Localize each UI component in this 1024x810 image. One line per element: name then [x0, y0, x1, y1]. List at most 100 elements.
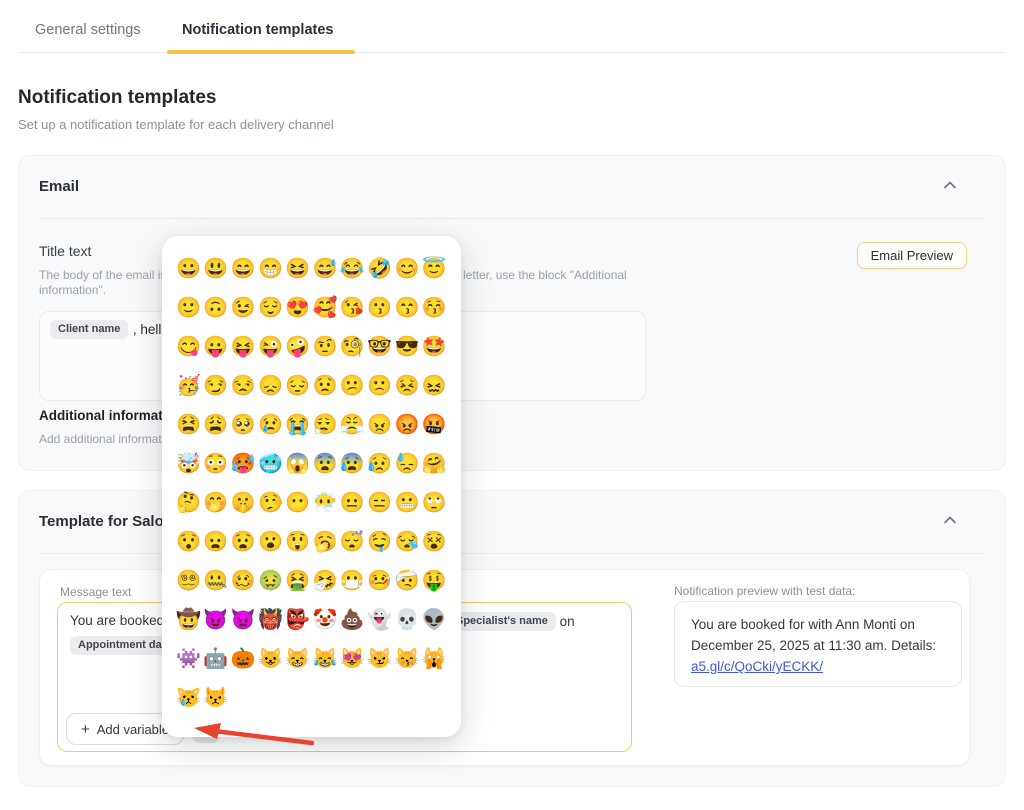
emoji-option[interactable]: 😸: [284, 639, 311, 678]
collapse-email-chevron-up-icon[interactable]: [943, 180, 957, 190]
emoji-option[interactable]: 😣: [393, 366, 420, 405]
emoji-option[interactable]: 😶: [284, 483, 311, 522]
emoji-option[interactable]: 😮: [257, 522, 284, 561]
emoji-option[interactable]: 🤗: [421, 444, 448, 483]
preview-details-link[interactable]: a5.gl/c/QoCki/yECKK/: [691, 659, 823, 674]
emoji-option[interactable]: 🤮: [284, 561, 311, 600]
emoji-option[interactable]: 😋: [175, 327, 202, 366]
emoji-option[interactable]: 😶‍🌫️: [311, 483, 338, 522]
tab-notification-templates[interactable]: Notification templates: [182, 22, 333, 38]
emoji-option[interactable]: 😙: [393, 288, 420, 327]
emoji-option[interactable]: 😞: [257, 366, 284, 405]
emoji-option[interactable]: 😷: [339, 561, 366, 600]
emoji-option[interactable]: 😽: [393, 639, 420, 678]
emoji-option[interactable]: 😔: [284, 366, 311, 405]
emoji-option[interactable]: 🧐: [339, 327, 366, 366]
emoji-option[interactable]: 😧: [230, 522, 257, 561]
emoji-option[interactable]: 🤢: [257, 561, 284, 600]
specialist-name-variable-chip[interactable]: Specialist's name: [448, 612, 556, 631]
emoji-option[interactable]: 😭: [284, 405, 311, 444]
emoji-option[interactable]: 😡: [393, 405, 420, 444]
emoji-option[interactable]: 😩: [202, 405, 229, 444]
emoji-option[interactable]: 😖: [421, 366, 448, 405]
emoji-option[interactable]: 😂: [339, 249, 366, 288]
emoji-option[interactable]: 😑: [366, 483, 393, 522]
emoji-option[interactable]: 😯: [175, 522, 202, 561]
emoji-option[interactable]: 😥: [366, 444, 393, 483]
emoji-option[interactable]: 🙀: [421, 639, 448, 678]
emoji-option[interactable]: 😱: [284, 444, 311, 483]
tab-general-settings[interactable]: General settings: [35, 22, 141, 38]
emoji-option[interactable]: 😅: [311, 249, 338, 288]
emoji-option[interactable]: 😮‍💨: [311, 405, 338, 444]
emoji-option[interactable]: 🤒: [366, 561, 393, 600]
emoji-option[interactable]: 😳: [202, 444, 229, 483]
emoji-option[interactable]: 😹: [311, 639, 338, 678]
emoji-option[interactable]: 🤥: [257, 483, 284, 522]
collapse-template-chevron-up-icon[interactable]: [943, 515, 957, 525]
emoji-option[interactable]: 🤯: [175, 444, 202, 483]
emoji-option[interactable]: 😉: [230, 288, 257, 327]
emoji-option[interactable]: 😘: [339, 288, 366, 327]
emoji-option[interactable]: 🤣: [366, 249, 393, 288]
emoji-option[interactable]: 👻: [366, 600, 393, 639]
emoji-option[interactable]: 🎃: [230, 639, 257, 678]
emoji-option[interactable]: 😝: [230, 327, 257, 366]
emoji-option[interactable]: 😵‍💫: [175, 561, 202, 600]
emoji-option[interactable]: 🤠: [175, 600, 202, 639]
emoji-option[interactable]: 🤬: [421, 405, 448, 444]
emoji-option[interactable]: 🤑: [421, 561, 448, 600]
emoji-option[interactable]: 😲: [284, 522, 311, 561]
emoji-option[interactable]: 😕: [339, 366, 366, 405]
emoji-option[interactable]: 👺: [284, 600, 311, 639]
emoji-option[interactable]: 😪: [393, 522, 420, 561]
emoji-option[interactable]: 🤐: [202, 561, 229, 600]
emoji-option[interactable]: 😊: [393, 249, 420, 288]
emoji-option[interactable]: 😦: [202, 522, 229, 561]
emoji-option[interactable]: 🤔: [175, 483, 202, 522]
emoji-option[interactable]: 🙄: [421, 483, 448, 522]
emoji-option[interactable]: 👽: [421, 600, 448, 639]
emoji-option[interactable]: 😬: [393, 483, 420, 522]
client-name-variable-chip[interactable]: Client name: [50, 320, 128, 339]
emoji-option[interactable]: 😴: [339, 522, 366, 561]
emoji-option[interactable]: 😆: [284, 249, 311, 288]
emoji-option[interactable]: 😢: [257, 405, 284, 444]
emoji-option[interactable]: 🤭: [202, 483, 229, 522]
emoji-option[interactable]: 😃: [202, 249, 229, 288]
emoji-option[interactable]: 😰: [339, 444, 366, 483]
emoji-option[interactable]: 😠: [366, 405, 393, 444]
emoji-option[interactable]: 😌: [257, 288, 284, 327]
emoji-option[interactable]: 🤤: [366, 522, 393, 561]
emoji-option[interactable]: 😄: [230, 249, 257, 288]
emoji-option[interactable]: 😈: [202, 600, 229, 639]
emoji-option[interactable]: 😻: [339, 639, 366, 678]
emoji-option[interactable]: 👾: [175, 639, 202, 678]
emoji-option[interactable]: 💩: [339, 600, 366, 639]
emoji-option[interactable]: 🤪: [284, 327, 311, 366]
emoji-option[interactable]: 🥱: [311, 522, 338, 561]
emoji-option[interactable]: 🥶: [257, 444, 284, 483]
emoji-option[interactable]: 😨: [311, 444, 338, 483]
emoji-option[interactable]: 🥳: [175, 366, 202, 405]
emoji-option[interactable]: 💀: [393, 600, 420, 639]
emoji-option[interactable]: 😏: [202, 366, 229, 405]
emoji-option[interactable]: 😗: [366, 288, 393, 327]
emoji-option[interactable]: 😚: [421, 288, 448, 327]
emoji-option[interactable]: 😁: [257, 249, 284, 288]
emoji-option[interactable]: 😇: [421, 249, 448, 288]
emoji-option[interactable]: 🤓: [366, 327, 393, 366]
emoji-option[interactable]: 😍: [284, 288, 311, 327]
emoji-option[interactable]: 😓: [393, 444, 420, 483]
emoji-option[interactable]: 😜: [257, 327, 284, 366]
emoji-option[interactable]: 😺: [257, 639, 284, 678]
emoji-option[interactable]: 🤫: [230, 483, 257, 522]
emoji-option[interactable]: 😼: [366, 639, 393, 678]
emoji-option[interactable]: 👿: [230, 600, 257, 639]
emoji-option[interactable]: 😀: [175, 249, 202, 288]
emoji-option[interactable]: 🥵: [230, 444, 257, 483]
emoji-option[interactable]: 😎: [393, 327, 420, 366]
emoji-option[interactable]: 😛: [202, 327, 229, 366]
emoji-option[interactable]: 😐: [339, 483, 366, 522]
emoji-option[interactable]: 🤨: [311, 327, 338, 366]
